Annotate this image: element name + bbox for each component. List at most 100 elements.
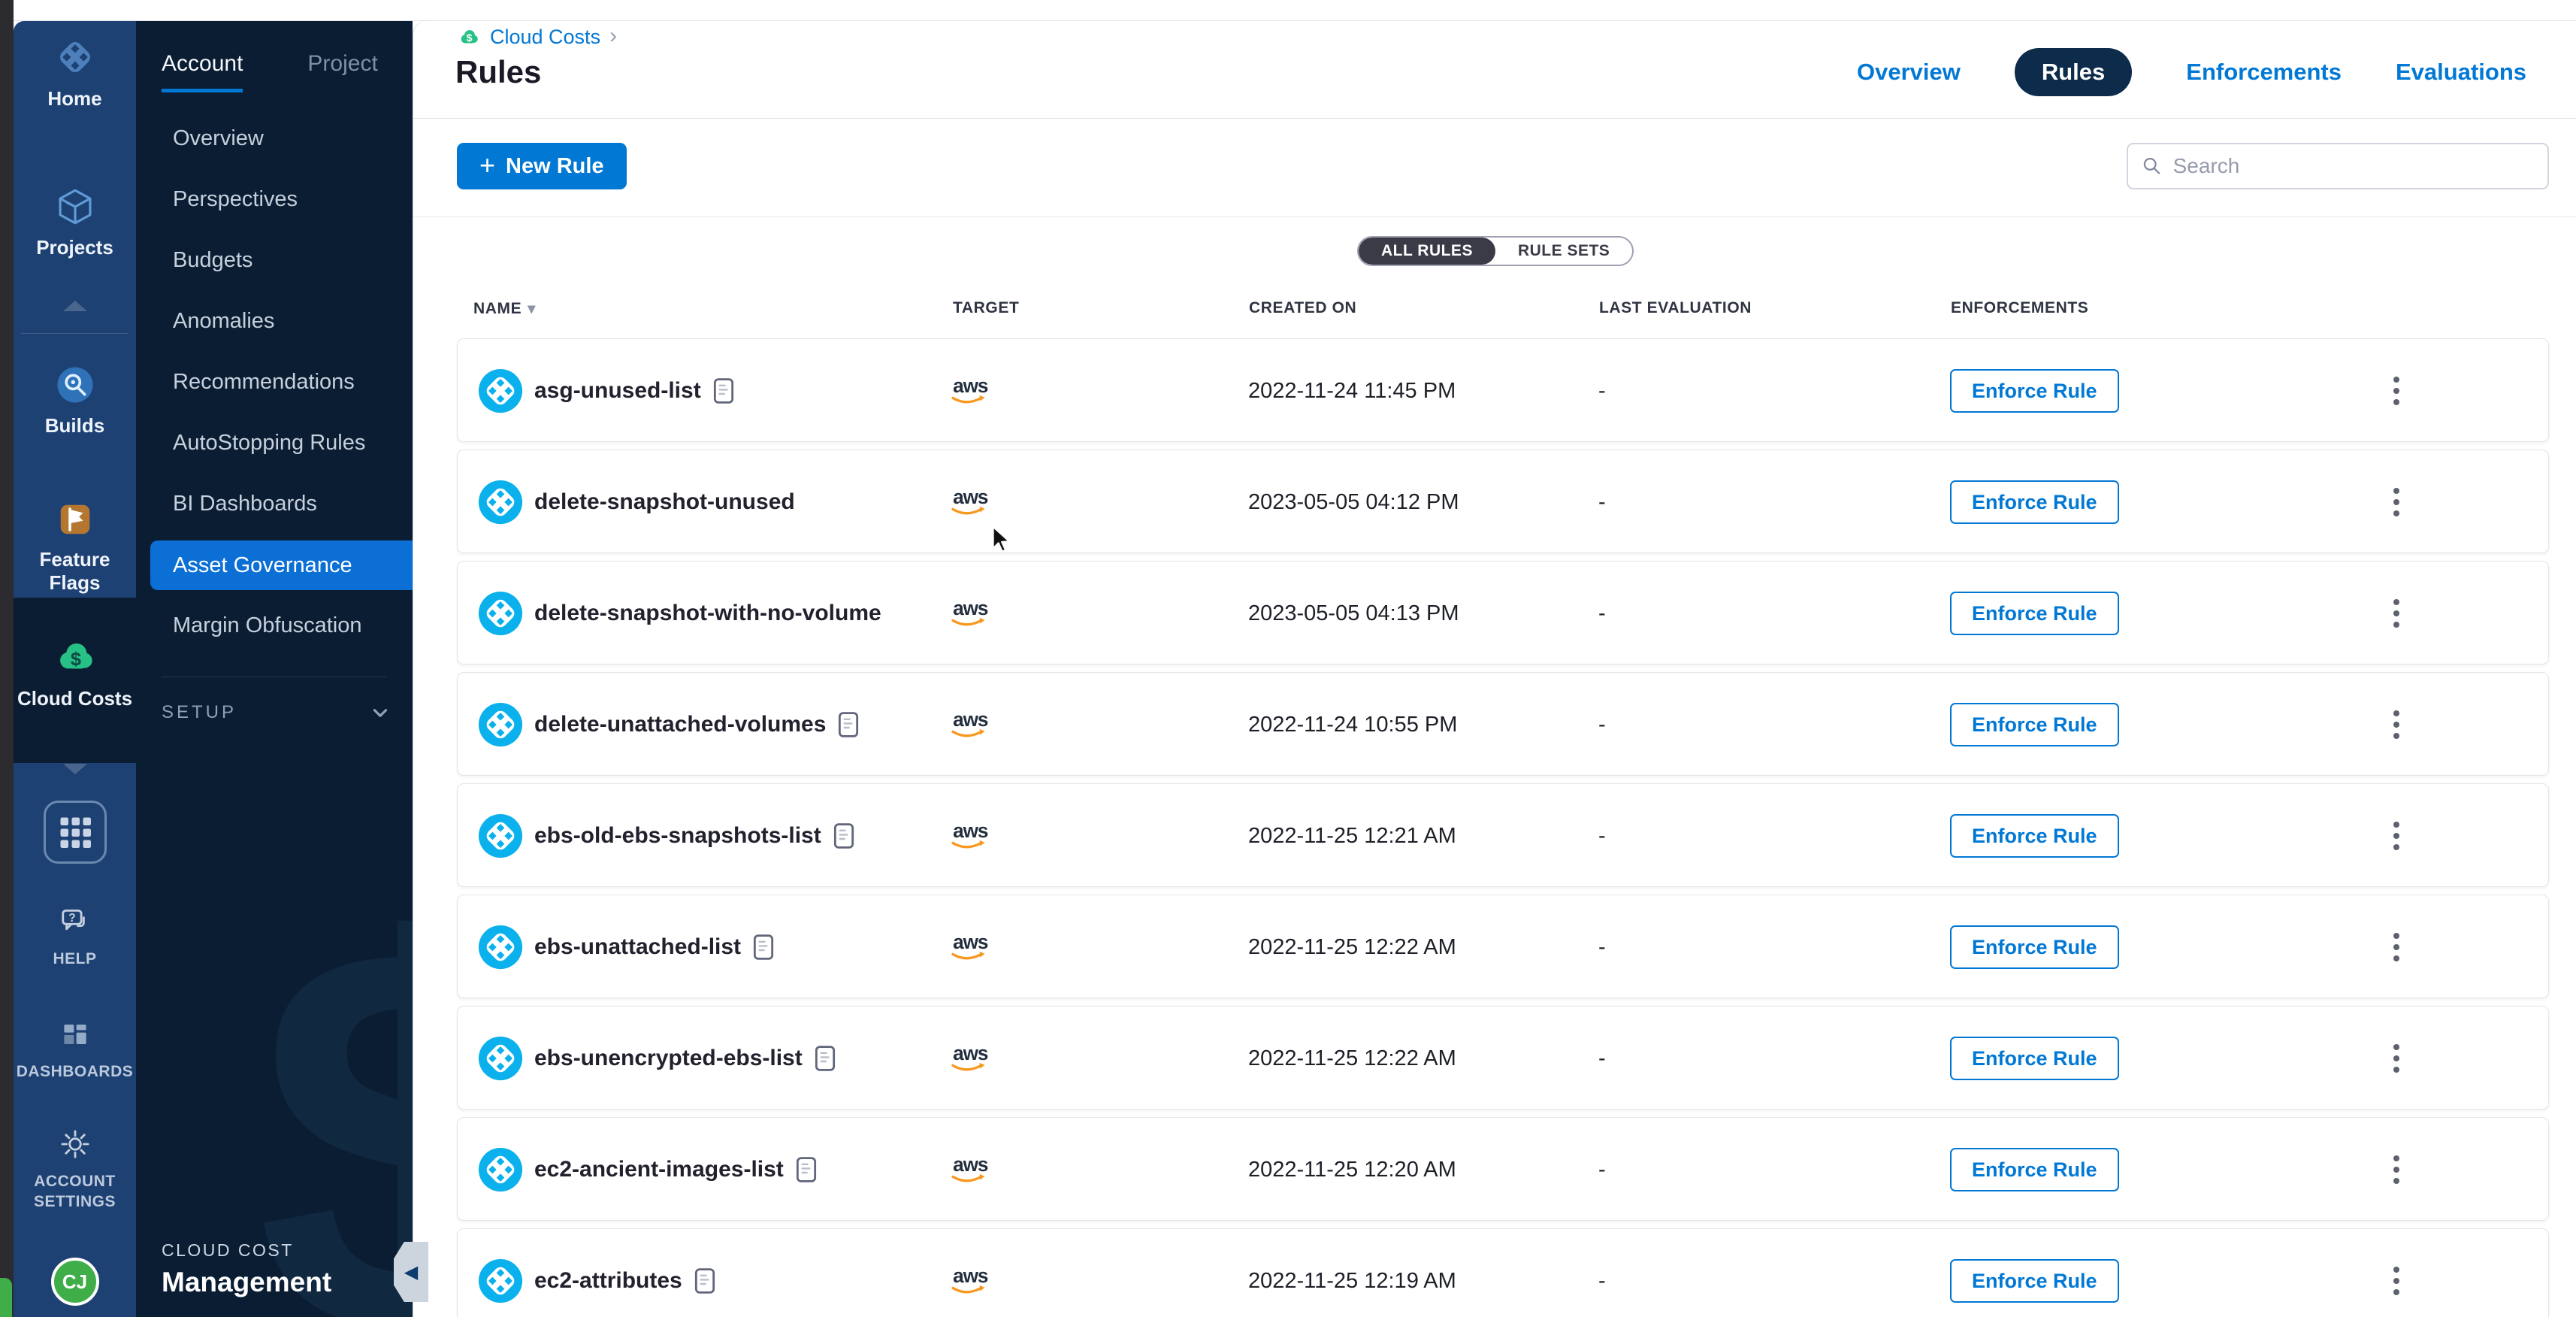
table-row[interactable]: ebs-old-ebs-snapshots-list aws 2022-11-2… [457, 783, 2549, 887]
kebab-menu-icon[interactable] [2381, 1229, 2411, 1317]
kebab-menu-icon[interactable] [2381, 450, 2411, 554]
table-row[interactable]: ebs-unattached-list aws 2022-11-25 12:22… [457, 895, 2549, 998]
harness-logo-icon [53, 35, 98, 80]
sidebar-collapse-button[interactable]: ◀ [394, 1242, 428, 1302]
table-row[interactable]: delete-snapshot-unused aws 2023-05-05 04… [457, 450, 2549, 553]
rule-name: ec2-ancient-images-list [534, 1157, 784, 1182]
sidebar-item-help[interactable]: ? HELP [14, 902, 136, 969]
sidebar-item-home[interactable]: Home [14, 35, 136, 111]
tab-enforcements[interactable]: Enforcements [2186, 59, 2342, 86]
enforce-rule-button[interactable]: Enforce Rule [1950, 703, 2119, 746]
sidebar-item-perspectives[interactable]: Perspectives [136, 169, 413, 230]
sidebar-item-budgets[interactable]: Budgets [136, 230, 413, 291]
rule-created-on: 2022-11-25 12:20 AM [1248, 1118, 1456, 1222]
table-row[interactable]: asg-unused-list aws 2022-11-24 11:45 PM … [457, 338, 2549, 442]
description-icon [833, 822, 854, 849]
rail-label-help: HELP [53, 949, 96, 969]
rules-view-toggle: ALL RULES RULE SETS [1357, 236, 1634, 266]
table-row[interactable]: delete-snapshot-with-no-volume aws 2023-… [457, 561, 2549, 665]
rule-icon [477, 590, 524, 637]
enforce-rule-button[interactable]: Enforce Rule [1950, 592, 2119, 635]
kebab-menu-icon[interactable] [2381, 339, 2411, 443]
sidebar-item-asset-governance[interactable]: Asset Governance [150, 540, 413, 590]
rule-created-on: 2022-11-24 11:45 PM [1248, 339, 1456, 443]
sidebar-item-autostopping-rules[interactable]: AutoStopping Rules [136, 413, 413, 474]
sidebar-item-account-settings[interactable]: ACCOUNT SETTINGS [14, 1125, 136, 1213]
help-chat-icon: ? [56, 902, 95, 941]
enforce-rule-button[interactable]: Enforce Rule [1950, 1037, 2119, 1080]
sidebar-item-feature-flags[interactable]: Feature Flags [14, 498, 136, 595]
sidebar-item-dashboards[interactable]: DASHBOARDS [14, 1015, 136, 1082]
kebab-menu-icon[interactable] [2381, 895, 2411, 999]
setup-section-toggle[interactable]: SETUP [162, 695, 390, 731]
svg-text:$: $ [467, 32, 473, 44]
aws-target-icon: aws [948, 596, 990, 631]
kebab-menu-icon[interactable] [2381, 1007, 2411, 1110]
rail-label-account-settings: ACCOUNT SETTINGS [19, 1171, 132, 1213]
tab-account[interactable]: Account [162, 51, 243, 92]
module-picker-button[interactable] [39, 796, 111, 872]
rail-collapse-up[interactable] [14, 301, 136, 311]
svg-text:aws: aws [953, 1153, 988, 1176]
user-avatar[interactable]: CJ [51, 1258, 99, 1306]
svg-text:aws: aws [953, 597, 988, 619]
sidebar-item-cloud-costs[interactable]: $ Cloud Costs [14, 636, 136, 710]
enforce-rule-button[interactable]: Enforce Rule [1950, 925, 2119, 969]
kebab-menu-icon[interactable] [2381, 784, 2411, 888]
new-rule-label: New Rule [506, 154, 604, 179]
rule-created-on: 2022-11-25 12:22 AM [1248, 1007, 1456, 1110]
search-input[interactable] [2173, 154, 2534, 178]
tab-overview[interactable]: Overview [1857, 59, 1961, 86]
rule-icon [477, 368, 524, 414]
rule-icon [477, 479, 524, 525]
rule-name: delete-snapshot-unused [534, 489, 795, 515]
description-icon [815, 1045, 836, 1072]
tab-project[interactable]: Project [307, 51, 377, 92]
kebab-menu-icon[interactable] [2381, 1118, 2411, 1222]
enforce-rule-button[interactable]: Enforce Rule [1950, 369, 2119, 413]
sidebar-item-margin-obfuscation[interactable]: Margin Obfuscation [136, 595, 413, 656]
rule-created-on: 2023-05-05 04:13 PM [1248, 562, 1459, 665]
kebab-menu-icon[interactable] [2381, 562, 2411, 665]
sidebar-item-overview[interactable]: Overview [136, 108, 413, 169]
window-top-strip [0, 0, 2576, 21]
sidebar-item-bi-dashboards[interactable]: BI Dashboards [136, 474, 413, 534]
rule-last-evaluation: - [1598, 562, 1606, 665]
tab-rules[interactable]: Rules [2015, 48, 2132, 96]
table-row[interactable]: ec2-attributes aws 2022-11-25 12:19 AM -… [457, 1228, 2549, 1317]
enforce-rule-button[interactable]: Enforce Rule [1950, 814, 2119, 858]
chevron-up-icon [63, 301, 87, 311]
rule-name: ec2-attributes [534, 1268, 682, 1294]
aws-target-icon: aws [948, 374, 990, 408]
toggle-rule-sets[interactable]: RULE SETS [1495, 238, 1632, 265]
sidebar-item-builds[interactable]: Builds [14, 363, 136, 437]
rule-icon [477, 1035, 524, 1082]
toolbar-divider [413, 216, 2576, 217]
kebab-menu-icon[interactable] [2381, 673, 2411, 777]
table-row[interactable]: ec2-ancient-images-list aws 2022-11-25 1… [457, 1117, 2549, 1221]
breadcrumb-cloud-costs-link[interactable]: Cloud Costs [490, 26, 600, 49]
module-menu: OverviewPerspectivesBudgetsAnomaliesReco… [136, 108, 413, 656]
rail-collapse-down[interactable] [14, 764, 136, 774]
column-header-name[interactable]: NAME▾ [473, 299, 536, 318]
table-row[interactable]: ebs-unencrypted-ebs-list aws 2022-11-25 … [457, 1006, 2549, 1110]
table-row[interactable]: delete-unattached-volumes aws 2022-11-24… [457, 672, 2549, 776]
svg-text:$: $ [70, 649, 80, 670]
rule-last-evaluation: - [1598, 1007, 1606, 1110]
tab-evaluations[interactable]: Evaluations [2396, 59, 2526, 86]
new-rule-button[interactable]: + New Rule [457, 143, 627, 189]
toggle-all-rules[interactable]: ALL RULES [1359, 238, 1495, 265]
enforce-rule-button[interactable]: Enforce Rule [1950, 480, 2119, 524]
rail-label-home: Home [47, 87, 101, 111]
sidebar-item-anomalies[interactable]: Anomalies [136, 291, 413, 352]
enforce-rule-button[interactable]: Enforce Rule [1950, 1259, 2119, 1303]
enforce-rule-button[interactable]: Enforce Rule [1950, 1148, 2119, 1191]
description-icon [694, 1267, 715, 1294]
sidebar-item-recommendations[interactable]: Recommendations [136, 352, 413, 413]
svg-text:aws: aws [953, 819, 988, 842]
aws-target-icon: aws [948, 930, 990, 964]
svg-text:aws: aws [953, 1264, 988, 1287]
sidebar-item-projects[interactable]: Projects [14, 185, 136, 259]
breadcrumb-chevron-icon: › [609, 23, 617, 49]
description-icon [796, 1156, 817, 1183]
